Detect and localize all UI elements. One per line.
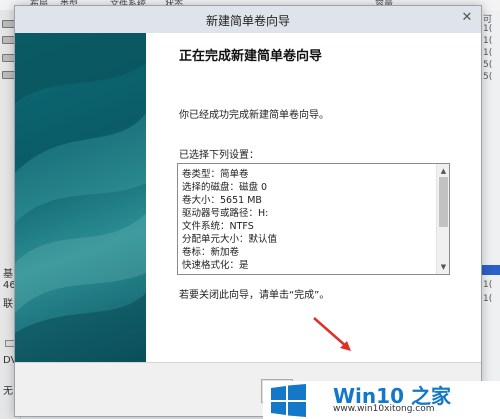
new-simple-volume-wizard: 新建简单卷向导 ✕ 正在完成新建简单卷向导 你已经成功完成新建简单卷向导。 已选… <box>14 5 482 417</box>
red-arrow-icon <box>313 317 351 351</box>
finish-instruction: 若要关闭此向导，请单击“完成”。 <box>179 290 330 301</box>
disk-status: 联 <box>3 299 13 310</box>
partition-size: 1( <box>483 294 493 304</box>
capacity-cell: 1( <box>483 36 493 46</box>
settings-label: 已选择下列设置： <box>179 150 259 161</box>
list-item: 卷标：新加卷 <box>182 247 240 258</box>
list-scrollbar[interactable]: ▲ ▼ <box>436 164 449 274</box>
wizard-content: 正在完成新建简单卷向导 你已经成功完成新建简单卷向导。 已选择下列设置： 卷类型… <box>15 33 481 416</box>
scroll-thumb[interactable] <box>439 177 448 227</box>
close-button[interactable]: ✕ <box>457 9 477 27</box>
list-item: 驱动器号或路径：H: <box>182 208 269 219</box>
list-item: 分配单元大小：默认值 <box>182 234 278 245</box>
capacity-cell: 1( <box>483 24 493 34</box>
scroll-up-icon[interactable]: ▲ <box>439 166 448 176</box>
scroll-down-icon[interactable]: ▼ <box>439 262 448 272</box>
partition-bar[interactable] <box>481 265 500 275</box>
page-heading: 正在完成新建简单卷向导 <box>179 49 323 64</box>
site-watermark: Win10 之家 www.win10xitong.com <box>263 381 500 419</box>
list-item: 卷类型：简单卷 <box>182 169 249 180</box>
dialog-title: 新建简单卷向导 <box>205 14 290 28</box>
capacity-cell: 5( <box>483 72 493 82</box>
banner-wave-graphic <box>15 33 146 362</box>
capacity-cell: 1( <box>483 48 493 58</box>
site-url: www.win10xitong.com <box>333 404 435 414</box>
partition-size: 1( <box>483 280 493 290</box>
list-item: 文件系统：NTFS <box>182 221 254 232</box>
capacity-cell: 5( <box>483 60 493 70</box>
title-bar[interactable]: 新建简单卷向导 ✕ <box>15 6 481 33</box>
list-item: 卷大小：5651 MB <box>182 195 262 206</box>
list-item: 选择的磁盘：磁盘 0 <box>182 182 268 193</box>
settings-summary-list[interactable]: 卷类型：简单卷 选择的磁盘：磁盘 0 卷大小：5651 MB 驱动器号或路径：H… <box>177 163 450 275</box>
wizard-banner-image <box>15 33 146 362</box>
completion-message: 你已经成功完成新建简单卷向导。 <box>179 110 329 121</box>
windows-logo-icon <box>271 384 306 417</box>
no-media-label: 无 <box>3 386 13 397</box>
list-item: 快速格式化：是 <box>182 260 249 271</box>
disk-label: 基 <box>3 269 13 280</box>
